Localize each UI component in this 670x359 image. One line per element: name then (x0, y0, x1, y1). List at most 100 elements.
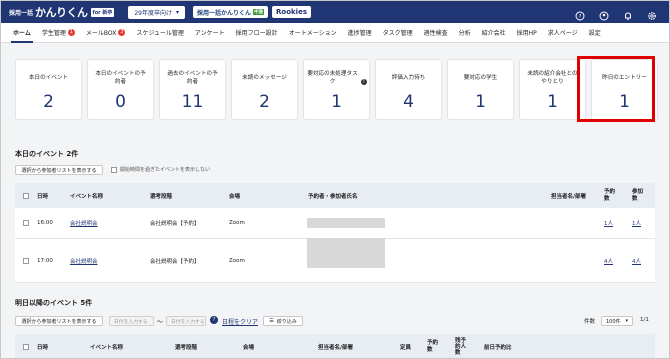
rookies-app-link[interactable]: Rookies (272, 6, 311, 18)
help-icon[interactable]: ? (575, 6, 585, 21)
hide-past-label: 開始時間を過ぎたイベントを表示しない (120, 167, 211, 173)
row-checkbox[interactable] (23, 220, 29, 226)
nav-item-label: 求人ページ (547, 30, 578, 37)
row-reserve-link[interactable]: 1人 (604, 219, 613, 227)
nav-item-label: 採用HP (516, 30, 537, 37)
row-time: 17:00 (37, 257, 53, 264)
select-all-checkbox[interactable] (23, 192, 29, 199)
per-page-value: 100件 (606, 318, 621, 325)
nav-item[interactable]: 進捗管理 (348, 23, 372, 43)
summary-card[interactable]: 本日のイベントの予約者 0 (87, 59, 154, 120)
per-page-select[interactable]: 100件 ▾ (601, 316, 633, 326)
card-label: 評価入力待ち (392, 69, 426, 86)
summary-card[interactable]: 未読の紹介会社とのやりとり 1 (519, 59, 586, 120)
row-event-link[interactable]: 会社説明会 (70, 257, 98, 265)
summary-card[interactable]: 本日のイベント 2 (15, 59, 82, 120)
upcoming-table-header: 日時 イベント名称 選考段階 会場 担当者名/部署 定員 予約数 残予約人数 前… (15, 334, 655, 358)
card-value: 1 (547, 92, 558, 112)
nav-item[interactable]: オートメーション (289, 23, 337, 43)
nav-item[interactable]: タスク管理 (383, 23, 413, 43)
nav-item[interactable]: スケジュール管理 (136, 23, 184, 43)
table-row: 16:00 会社説明会 会社説明会【予約】 Zoom 1人 1人 (15, 208, 655, 239)
settings-gear-icon[interactable] (647, 6, 657, 20)
nav-item-label: 適性検査 (423, 30, 448, 37)
logo-main-text: かんりくん (35, 6, 88, 19)
nav-item[interactable]: 採用HP (517, 23, 537, 43)
row-event-link[interactable]: 会社説明会 (70, 219, 98, 227)
nav-item-label: 採用フロー設計 (235, 30, 278, 37)
year-select-value: 29年度卒向け (134, 9, 172, 17)
up-col-deadline: 前日予約比 (484, 344, 512, 351)
nav-item-label: オートメーション (288, 30, 337, 37)
nav-item[interactable]: 設定 (589, 23, 601, 43)
card-label-text: 本日のイベントの予約者 (95, 70, 146, 85)
nav-item[interactable]: 学生管理 1 (42, 23, 75, 43)
summary-card[interactable]: 過去のイベントの予約者 11 (159, 59, 226, 120)
highlight-box (577, 56, 655, 122)
mid-career-app-link[interactable]: 採用一括かんりくん 中途 (193, 6, 269, 18)
summary-card[interactable]: 要対応の学生 1 (447, 59, 514, 120)
nav-item[interactable]: 分析 (459, 23, 471, 43)
summary-card[interactable]: 評価入力待ち 4 (375, 59, 442, 120)
card-label: 過去のイベントの予約者 (167, 69, 219, 86)
card-label: 本日のイベントの予約者 (95, 69, 147, 86)
user-icon[interactable] (599, 6, 609, 21)
card-label-text: 要対応の学生 (463, 74, 498, 81)
filter-sliders-icon: ☰ (269, 318, 274, 324)
upcoming-show-participant-list-button[interactable]: 選択から参加者リストを表示する (15, 316, 103, 326)
row-attend-link[interactable]: 1人 (632, 219, 641, 227)
nav-item[interactable]: メールBOX 3 (86, 23, 126, 43)
filter-button[interactable]: ☰ 絞り込み (263, 316, 303, 326)
card-value: 0 (115, 92, 126, 112)
nav-item[interactable]: アンケート (195, 23, 225, 43)
col-venue: 会場 (229, 193, 241, 200)
card-label-text: 過去のイベントの予約者 (167, 70, 218, 85)
card-value: 2 (43, 92, 54, 112)
top-icon-group: ? (575, 6, 657, 21)
upcoming-events-table: 日時 イベント名称 選考段階 会場 担当者名/部署 定員 予約数 残予約人数 前… (15, 334, 655, 358)
nav-item[interactable]: 採用フロー設計 (236, 23, 278, 43)
card-value: 1 (331, 92, 342, 112)
nav-item[interactable]: 紹介会社 (482, 23, 506, 43)
clear-dates-link[interactable]: 日程をクリア (222, 317, 258, 326)
row-attend-link[interactable]: 4人 (632, 257, 641, 265)
card-label: 未読のメッセージ (242, 69, 287, 86)
card-label: 本日のイベント (29, 69, 68, 86)
help-circle-icon[interactable]: ? (360, 79, 367, 85)
card-label-text: 本日のイベント (28, 74, 69, 81)
date-from-input[interactable]: 日付を入力する (109, 316, 154, 326)
rookies-label: Rookies (276, 8, 307, 16)
filter-button-label: 絞り込み (276, 318, 297, 325)
card-label-text: 評価入力待ち (391, 74, 426, 81)
main-nav: ホーム 学生管理 1 メールBOX 3 スケジュール管理 アンケート 採用フロー設計 オートメー… (1, 23, 669, 43)
hide-past-checkbox[interactable] (111, 166, 117, 173)
nav-badge: 3 (118, 29, 126, 36)
col-attend: 参加数 (632, 188, 644, 202)
nav-item[interactable]: ホーム (11, 23, 33, 43)
summary-card[interactable]: 要対応の未処理タスク? 1 (303, 59, 370, 120)
col-event-name: イベント名称 (70, 193, 104, 200)
show-participant-list-button[interactable]: 選択から参加者リストを表示する (15, 165, 103, 175)
date-to-input[interactable]: 日付を入力する (166, 316, 206, 326)
col-time: 日時 (37, 193, 49, 200)
logo-small-text: 採用一括 (9, 9, 34, 17)
year-select[interactable]: 29年度卒向け ▾ (128, 5, 185, 19)
nav-item-label: 設定 (588, 30, 601, 37)
mid-career-badge: 中途 (253, 9, 265, 15)
bell-icon[interactable] (623, 6, 633, 21)
card-label-text: 要対応の未処理タスク (307, 70, 358, 85)
top-bar: 採用一括 かんりくん for 新卒 29年度卒向け ▾ 採用一括かんりくん 中途… (1, 1, 669, 23)
row-checkbox[interactable] (23, 257, 29, 264)
nav-item[interactable]: 適性検査 (424, 23, 448, 43)
row-reserve-link[interactable]: 4人 (604, 257, 613, 265)
upcoming-select-all-checkbox[interactable] (23, 343, 29, 350)
nav-item-label: スケジュール管理 (136, 30, 184, 37)
summary-card[interactable]: 未読のメッセージ 2 (231, 59, 298, 120)
col-staff: 担当者名/部署 (551, 193, 587, 200)
per-page-label: 件数 (584, 319, 596, 325)
col-reserve: 予約数 (604, 188, 616, 202)
nav-item[interactable]: 求人ページ (548, 23, 578, 43)
help-circle-icon[interactable]: ? (210, 316, 218, 324)
app-logo[interactable]: 採用一括 かんりくん for 新卒 (9, 4, 115, 20)
hide-past-events-option[interactable]: 開始時間を過ぎたイベントを表示しない (111, 166, 210, 173)
